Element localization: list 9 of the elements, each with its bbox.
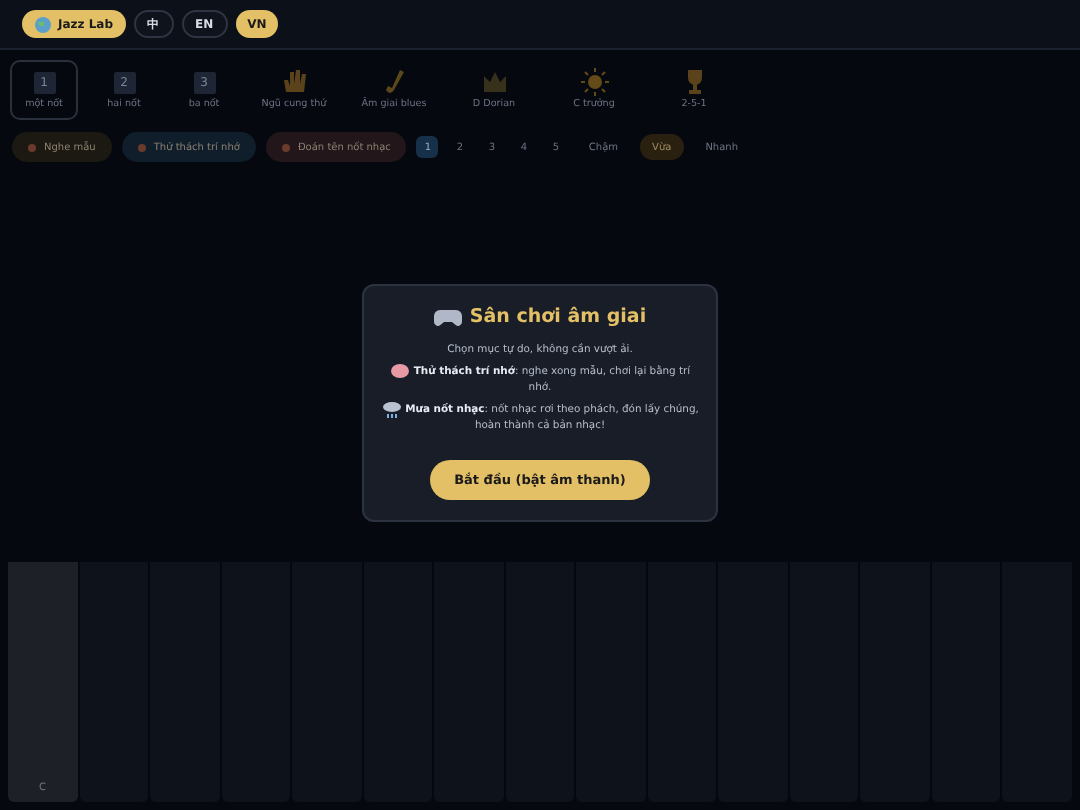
hand-icon bbox=[279, 68, 309, 96]
piano-key[interactable] bbox=[79, 562, 149, 802]
globe-icon bbox=[34, 15, 52, 33]
brain-icon bbox=[389, 362, 410, 381]
crown-icon bbox=[479, 68, 509, 96]
sun-icon bbox=[579, 68, 609, 96]
cloud-icon bbox=[381, 400, 402, 419]
gamepad-icon bbox=[433, 307, 462, 327]
dialog-title: Sân chơi âm giai bbox=[469, 306, 647, 328]
